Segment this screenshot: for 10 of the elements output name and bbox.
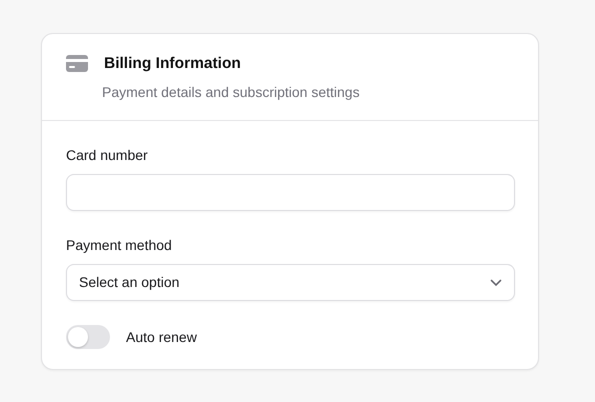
field-label: Card number [66,146,149,166]
chevron-down-icon [490,278,502,287]
card-title: Billing Information [104,54,241,74]
card-number-field[interactable] [66,174,515,212]
payment-method-select[interactable]: Select an option [66,264,515,302]
field-label: Payment method [66,236,173,256]
toggle-switch[interactable] [66,325,110,350]
toggle-label: Auto renew [126,328,197,347]
card-subtitle: Payment details and subscription settings [102,83,361,102]
credit-card-icon [66,55,88,72]
